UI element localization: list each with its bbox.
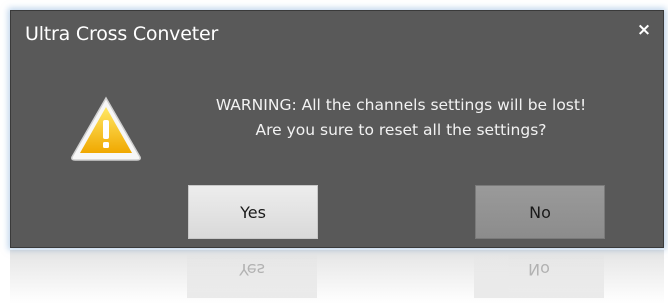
dialog-title: Ultra Cross Conveter <box>25 23 219 45</box>
no-button-reflection: No <box>474 254 604 298</box>
message-line-1: WARNING: All the channels settings will … <box>215 96 587 114</box>
close-icon[interactable]: × <box>635 21 653 39</box>
reset-confirm-dialog: Ultra Cross Conveter × WARNING: All the … <box>10 10 664 248</box>
dialog-reflection: Yes No <box>10 250 664 304</box>
yes-button[interactable]: Yes <box>188 185 318 239</box>
message-line-2: Are you sure to reset all the settings? <box>255 121 547 139</box>
warning-message: WARNING: All the channels settings will … <box>161 93 641 143</box>
screen: Ultra Cross Conveter × WARNING: All the … <box>0 0 668 304</box>
warning-icon <box>71 96 141 161</box>
no-button[interactable]: No <box>475 185 605 239</box>
yes-button-reflection: Yes <box>187 254 317 298</box>
